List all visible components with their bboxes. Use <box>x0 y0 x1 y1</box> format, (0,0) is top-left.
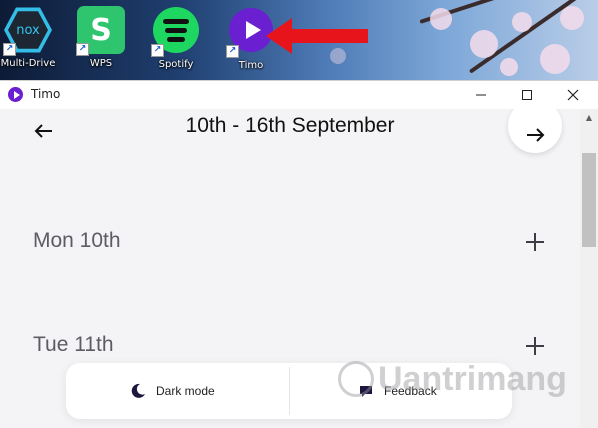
bottom-bar: Dark mode Feedback <box>66 363 512 419</box>
feedback-label: Feedback <box>384 384 437 398</box>
arrow-right-icon <box>527 128 545 142</box>
maximize-button[interactable] <box>504 81 550 108</box>
moon-icon <box>131 383 145 398</box>
week-title: 10th - 16th September <box>185 114 395 137</box>
desktop-icon-multi-drive[interactable]: nox ↗ Multi-Drive <box>0 6 59 70</box>
shortcut-arrow-icon: ↗ <box>151 44 164 57</box>
dark-mode-button[interactable]: Dark mode <box>130 363 215 419</box>
feedback-icon <box>360 386 372 397</box>
blossom-decoration <box>430 8 452 30</box>
plus-icon[interactable] <box>524 231 546 253</box>
day-row-tue: Tue 11th <box>0 327 580 367</box>
dark-mode-label: Dark mode <box>156 384 215 398</box>
day-label: Tue 11th <box>33 333 114 356</box>
red-arrow-annotation <box>266 18 368 54</box>
scroll-thumb[interactable] <box>582 153 596 247</box>
desktop-icon-wps[interactable]: S ↗ WPS <box>70 6 132 70</box>
timo-window: Timo 10th - 16th September Mon 10th Tue … <box>0 80 598 428</box>
desktop-icon-spotify[interactable]: ↗ Spotify <box>145 6 207 71</box>
next-week-button[interactable] <box>508 109 562 153</box>
scroll-up-arrow-icon[interactable]: ▲ <box>580 109 598 125</box>
shortcut-arrow-icon: ↗ <box>76 43 89 56</box>
feedback-button[interactable]: Feedback <box>358 363 437 419</box>
desktop-icon-label: WPS <box>89 58 113 69</box>
blossom-decoration <box>470 30 498 58</box>
timo-logo-icon <box>8 87 23 102</box>
desktop-icon-label: Timo <box>238 60 264 71</box>
blossom-decoration <box>560 6 584 30</box>
close-icon <box>567 89 579 100</box>
shortcut-arrow-icon: ↗ <box>3 43 16 56</box>
close-button[interactable] <box>550 81 596 108</box>
maximize-icon <box>522 89 532 100</box>
blossom-decoration <box>512 12 532 32</box>
desktop-icon-label: Multi-Drive <box>0 58 56 69</box>
bottom-bar-divider <box>289 367 290 415</box>
previous-week-button[interactable] <box>26 115 62 147</box>
day-label: Mon 10th <box>33 229 121 252</box>
desktop-background: nox ↗ Multi-Drive S ↗ WPS ↗ Spotify ↗ Ti… <box>0 0 598 84</box>
minimize-icon <box>476 94 486 95</box>
arrow-left-icon <box>34 124 52 138</box>
plus-icon[interactable] <box>524 335 546 357</box>
title-bar[interactable]: Timo <box>0 81 598 108</box>
window-title: Timo <box>31 87 61 101</box>
vertical-scrollbar[interactable]: ▲ <box>580 109 598 428</box>
blossom-decoration <box>500 58 518 76</box>
desktop-icon-label: Spotify <box>158 59 194 70</box>
shortcut-arrow-icon: ↗ <box>226 45 239 58</box>
calendar-content: 10th - 16th September Mon 10th Tue 11th <box>0 109 598 428</box>
minimize-button[interactable] <box>458 81 504 108</box>
week-header: 10th - 16th September <box>0 109 580 155</box>
day-row-mon: Mon 10th <box>0 223 580 263</box>
blossom-decoration <box>540 44 570 74</box>
